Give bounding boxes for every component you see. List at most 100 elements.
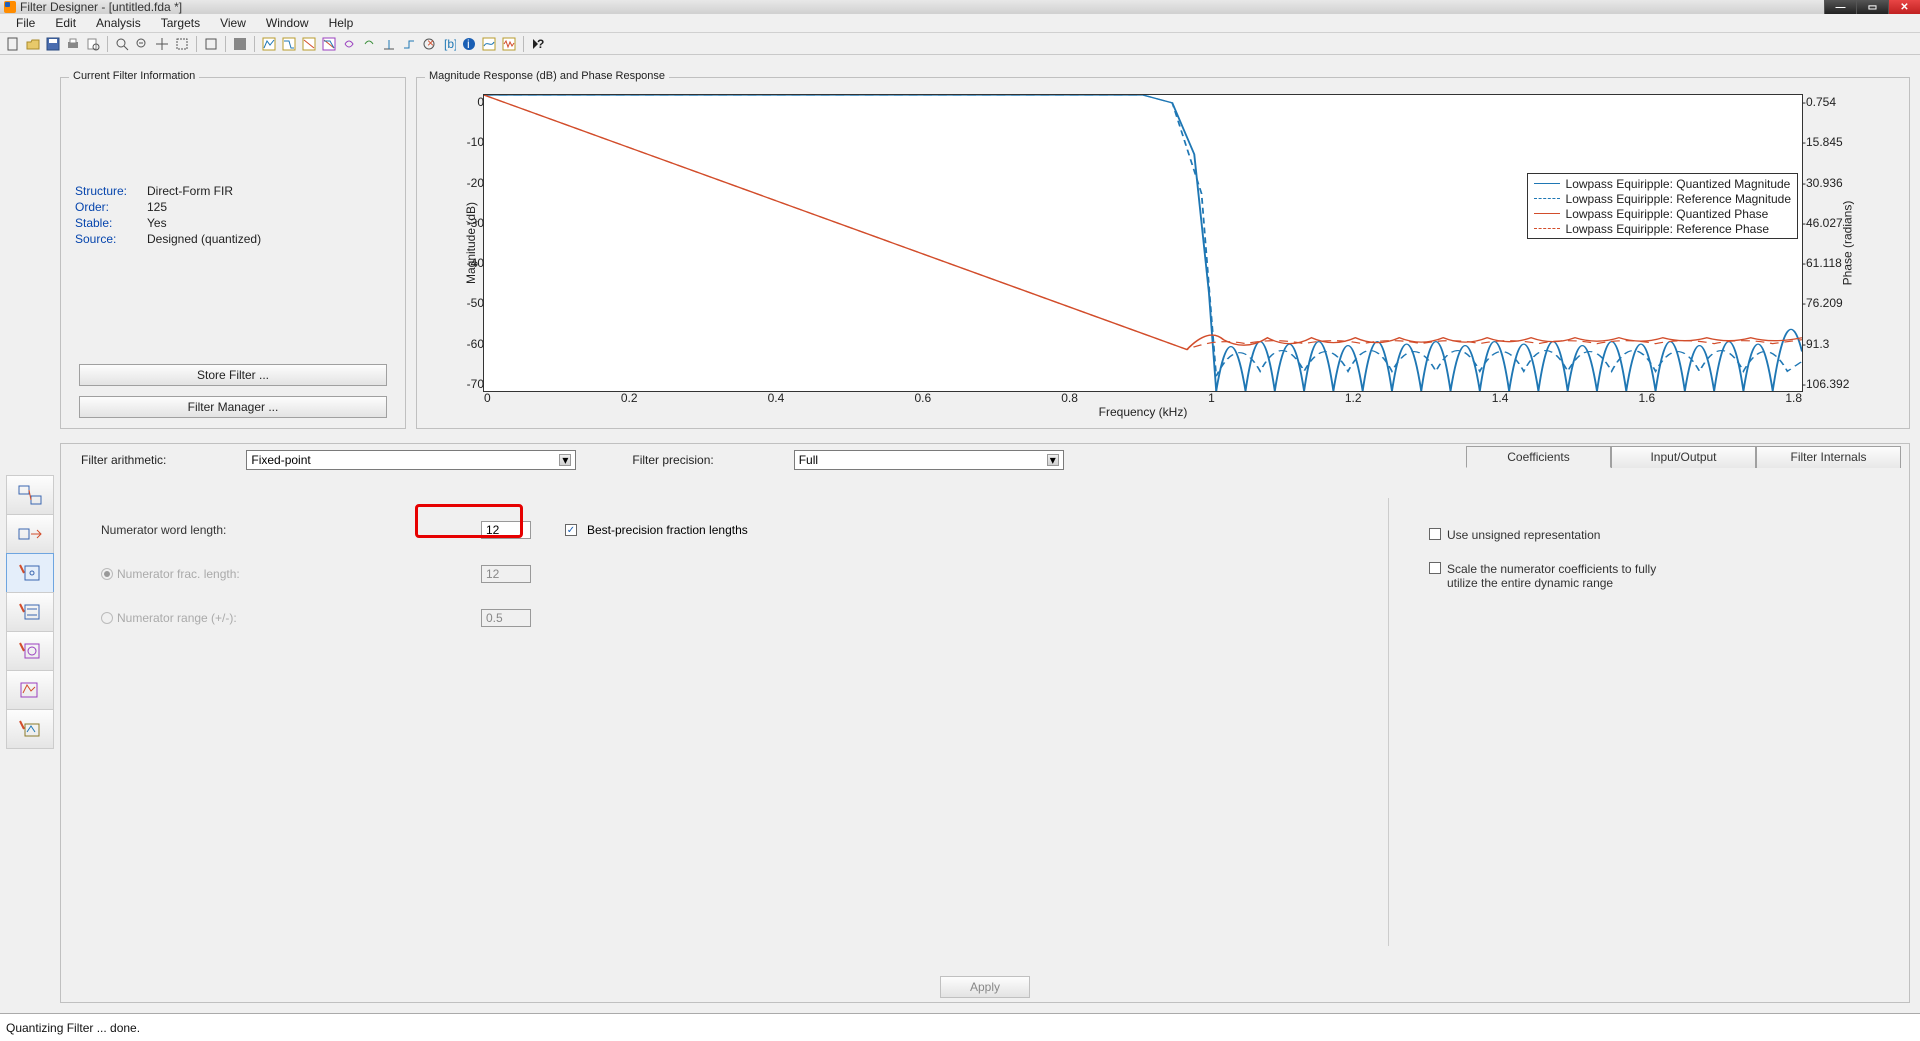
group-delay-icon[interactable] [340, 35, 358, 53]
highlight-annotation [415, 504, 523, 538]
info-source-value: Designed (quantized) [147, 232, 261, 246]
plot-legend-box: Lowpass Equiripple: Quantized Magnitude … [1527, 173, 1798, 239]
plot-legend-title: Magnitude Response (dB) and Phase Respon… [425, 70, 669, 82]
title-bar: Filter Designer - [untitled.fda *] — ▭ ✕ [0, 0, 1920, 14]
legend-entry-3: Lowpass Equiripple: Reference Phase [1566, 222, 1769, 236]
x-axis-label: Frequency (kHz) [1099, 405, 1188, 419]
maximize-button[interactable]: ▭ [1856, 0, 1888, 14]
filter-manager-button[interactable]: Filter Manager ... [79, 396, 387, 418]
print-preview-icon[interactable] [84, 35, 102, 53]
sidebar-multirate-icon[interactable] [6, 631, 54, 671]
numerator-range-label: Numerator range (+/-): [117, 611, 237, 625]
filter-precision-dropdown[interactable]: Full ▾ [794, 450, 1064, 470]
mag-response-icon[interactable] [280, 35, 298, 53]
zoom-out-icon[interactable] [133, 35, 151, 53]
svg-text:[b]: [b] [444, 37, 456, 51]
info-icon[interactable]: i [460, 35, 478, 53]
scale-coefficients-label: Scale the numerator coefficients to full… [1447, 562, 1667, 590]
round-icon[interactable] [480, 35, 498, 53]
info-order-label: Order: [75, 200, 147, 214]
legend-entry-1: Lowpass Equiripple: Reference Magnitude [1566, 192, 1791, 206]
context-help-icon[interactable]: ? [529, 35, 547, 53]
apply-button[interactable]: Apply [940, 976, 1030, 998]
legend-entry-0: Lowpass Equiripple: Quantized Magnitude [1566, 177, 1791, 191]
tab-input-output[interactable]: Input/Output [1611, 446, 1756, 468]
svg-text:i: i [467, 37, 470, 51]
sidebar-realize-model-icon[interactable] [6, 592, 54, 632]
svg-text:×: × [427, 37, 434, 50]
minimize-button[interactable]: — [1824, 0, 1856, 14]
numerator-frac-length-input [481, 565, 531, 583]
pan-icon[interactable] [153, 35, 171, 53]
sidebar-import-filter-icon[interactable] [6, 514, 54, 554]
menu-view[interactable]: View [210, 16, 256, 30]
menu-targets[interactable]: Targets [151, 16, 210, 30]
numerator-frac-length-radio [101, 568, 113, 580]
noise-icon[interactable] [500, 35, 518, 53]
tab-coefficients[interactable]: Coefficients [1466, 446, 1611, 468]
close-button[interactable]: ✕ [1888, 0, 1920, 14]
store-filter-button[interactable]: Store Filter ... [79, 364, 387, 386]
best-precision-checkbox[interactable]: ✓ [565, 524, 577, 536]
sidebar-design-filter-icon[interactable] [6, 475, 54, 515]
plot-axes[interactable]: 0-10-20-30-40-50-60-70 -0.754-15.845-30.… [483, 94, 1803, 392]
status-text: Quantizing Filter ... done. [6, 1021, 140, 1035]
plot-svg [484, 95, 1802, 391]
info-stable-label: Stable: [75, 216, 147, 230]
pole-zero-icon[interactable]: × [420, 35, 438, 53]
mode-sidebar [6, 475, 54, 748]
svg-text:?: ? [537, 37, 544, 51]
tab-filter-internals[interactable]: Filter Internals [1756, 446, 1901, 468]
sidebar-pole-zero-editor-icon[interactable] [6, 553, 54, 593]
impulse-icon[interactable] [380, 35, 398, 53]
save-icon[interactable] [44, 35, 62, 53]
chevron-down-icon: ▾ [559, 454, 571, 466]
filter-arithmetic-value: Fixed-point [251, 453, 310, 467]
info-stable-value: Yes [147, 216, 167, 230]
restore-view-icon[interactable] [202, 35, 220, 53]
spec-icon[interactable] [260, 35, 278, 53]
mag-phase-icon[interactable] [320, 35, 338, 53]
menu-help[interactable]: Help [319, 16, 364, 30]
y-axis-right-label: Phase (radians) [1841, 201, 1855, 286]
y-axis-left-label: Magnitude (dB) [464, 202, 478, 284]
menu-analysis[interactable]: Analysis [86, 16, 151, 30]
numerator-range-radio [101, 612, 113, 624]
zoom-in-icon[interactable] [113, 35, 131, 53]
best-precision-label: Best-precision fraction lengths [587, 523, 748, 537]
scale-coefficients-checkbox[interactable] [1429, 562, 1441, 574]
info-source-label: Source: [75, 232, 147, 246]
status-bar: Quantizing Filter ... done. [0, 1013, 1920, 1041]
info-structure-label: Structure: [75, 184, 147, 198]
chevron-down-icon: ▾ [1047, 454, 1059, 466]
info-order-value: 125 [147, 200, 167, 214]
zoom-fit-icon[interactable] [173, 35, 191, 53]
print-icon[interactable] [64, 35, 82, 53]
coefficients-icon[interactable]: [b] [440, 35, 458, 53]
menu-window[interactable]: Window [256, 16, 319, 30]
menu-edit[interactable]: Edit [45, 16, 86, 30]
menu-file[interactable]: File [6, 16, 45, 30]
toolbar: × [b] i ? [0, 33, 1920, 55]
open-icon[interactable] [24, 35, 42, 53]
plot-panel: Magnitude Response (dB) and Phase Respon… [416, 77, 1910, 429]
sidebar-quantization-icon[interactable] [6, 709, 54, 749]
new-icon[interactable] [4, 35, 22, 53]
numerator-range-input [481, 609, 531, 627]
filter-info-panel: Current Filter Information Structure:Dir… [60, 77, 406, 429]
unsigned-representation-checkbox[interactable] [1429, 528, 1441, 540]
step-icon[interactable] [400, 35, 418, 53]
x-axis-ticks: 00.20.40.60.811.21.41.61.8 [484, 391, 1802, 405]
filter-arithmetic-label: Filter arithmetic: [81, 453, 166, 467]
menu-bar: File Edit Analysis Targets View Window H… [0, 14, 1920, 33]
numerator-frac-length-label: Numerator frac. length: [117, 567, 240, 581]
phase-delay-icon[interactable] [360, 35, 378, 53]
filter-arithmetic-dropdown[interactable]: Fixed-point ▾ [246, 450, 576, 470]
full-view-icon[interactable] [231, 35, 249, 53]
sidebar-transform-icon[interactable] [6, 670, 54, 710]
quantization-panel: Filter arithmetic: Fixed-point ▾ Filter … [60, 443, 1910, 1003]
window-title: Filter Designer - [untitled.fda *] [20, 0, 182, 14]
phase-response-icon[interactable] [300, 35, 318, 53]
filter-precision-label: Filter precision: [632, 453, 713, 467]
filter-precision-value: Full [799, 453, 818, 467]
